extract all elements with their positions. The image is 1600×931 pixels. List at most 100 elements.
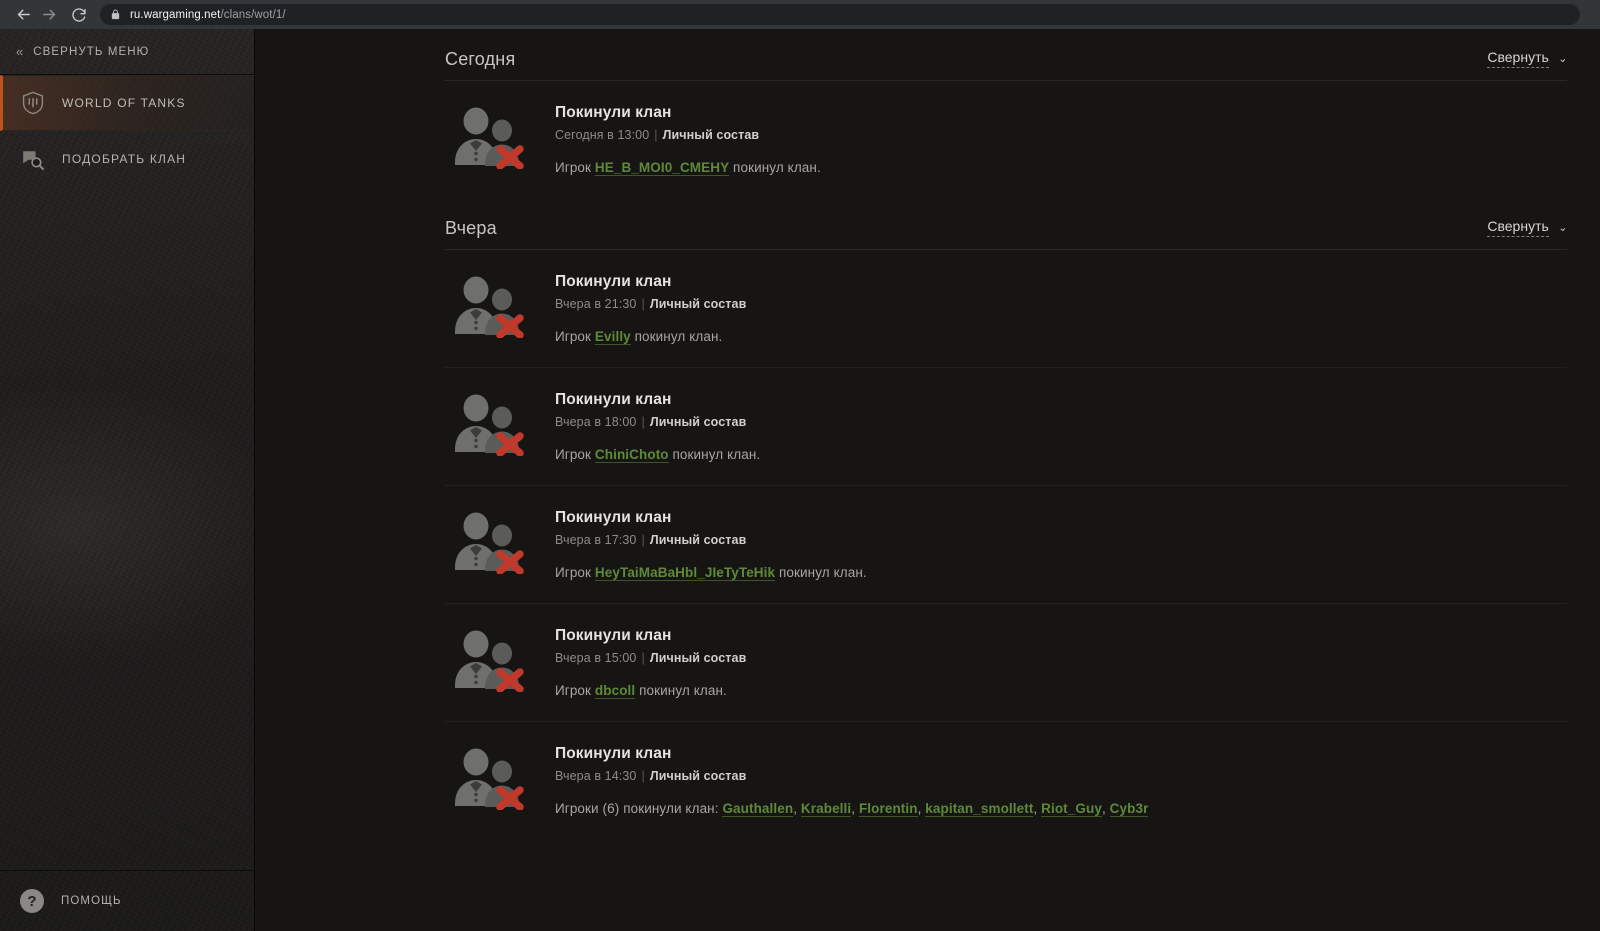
- clan-leave-icon: [445, 626, 555, 698]
- section-events: Покинули клан Вчера в 21:30 | Личный соста…: [445, 250, 1567, 839]
- event-time: Вчера в 21:30: [555, 297, 637, 311]
- feed-section-0: Сегодня Свернуть ⌄ Покинули клан Сегодня…: [445, 29, 1568, 198]
- clan-leave-icon: [445, 744, 555, 816]
- event-time: Вчера в 14:30: [555, 769, 637, 783]
- event-meta-separator: |: [641, 415, 645, 429]
- feed-event: Покинули клан Вчера в 18:00 | Личный соста…: [445, 368, 1567, 486]
- event-meta: Вчера в 17:30 | Личный состав: [555, 533, 1567, 547]
- help-question-icon: ?: [20, 889, 44, 913]
- event-title: Покинули клан: [555, 391, 672, 408]
- event-description: Игрок Evilly покинул клан.: [555, 329, 723, 345]
- activity-feed: Сегодня Свернуть ⌄ Покинули клан Сегодня…: [255, 29, 1600, 839]
- event-time: Вчера в 18:00: [555, 415, 637, 429]
- event-body: Покинули клан Вчера в 17:30 | Личный соста…: [555, 508, 1567, 581]
- feed-event: Покинули клан Вчера в 15:00 | Личный соста…: [445, 604, 1567, 722]
- player-link[interactable]: Riot_Guy: [1041, 801, 1102, 817]
- event-description: Игрок dbcoll покинул клан.: [555, 683, 727, 699]
- feed-event: Покинули клан Вчера в 14:30 | Личный соста…: [445, 722, 1567, 839]
- back-arrow-icon[interactable]: [10, 2, 36, 28]
- player-link[interactable]: ChiniChoto: [594, 447, 669, 463]
- sidebar-help-button[interactable]: ? ПОМОЩЬ: [0, 870, 254, 931]
- event-category[interactable]: Личный состав: [663, 128, 760, 142]
- event-description: Игрок HeyTaiMaBaHbl_JIeTyTeHik покинул к…: [555, 565, 867, 581]
- event-body: Покинули клан Сегодня в 13:00 | Личный сос…: [555, 103, 1567, 176]
- event-meta: Вчера в 18:00 | Личный состав: [555, 415, 1567, 429]
- event-meta-separator: |: [654, 128, 658, 142]
- event-category[interactable]: Личный состав: [650, 297, 747, 311]
- double-chevron-left-icon: «: [16, 44, 24, 59]
- section-title: Сегодня: [445, 49, 516, 69]
- clan-leave-icon: [445, 103, 555, 175]
- feed-event: Покинули клан Сегодня в 13:00 | Личный сос…: [445, 81, 1567, 198]
- event-category[interactable]: Личный состав: [650, 415, 747, 429]
- url-text: ru.wargaming.net/clans/wot/1/: [130, 9, 286, 21]
- feed-event: Покинули клан Вчера в 17:30 | Личный соста…: [445, 486, 1567, 604]
- section-header: Вчера Свернуть ⌄: [445, 198, 1568, 250]
- event-meta-separator: |: [641, 297, 645, 311]
- player-link[interactable]: Gauthallen: [722, 801, 794, 817]
- player-link[interactable]: Florentin: [858, 801, 918, 817]
- event-meta: Вчера в 14:30 | Личный состав: [555, 769, 1567, 783]
- lock-icon: [110, 9, 121, 20]
- event-meta: Сегодня в 13:00 | Личный состав: [555, 128, 1567, 142]
- sidebar-help-label: ПОМОЩЬ: [61, 895, 122, 907]
- player-link[interactable]: HE_B_MOI0_CMEHY: [594, 160, 730, 176]
- feed-section-1: Вчера Свернуть ⌄ Покинули клан Вчера в 2…: [445, 198, 1568, 839]
- sidebar-item-find-clan[interactable]: ПОДОБРАТЬ КЛАН: [0, 131, 254, 187]
- feed-event: Покинули клан Вчера в 21:30 | Личный соста…: [445, 250, 1567, 368]
- event-title: Покинули клан: [555, 509, 672, 526]
- event-description: Игрок ChiniChoto покинул клан.: [555, 447, 761, 463]
- player-link[interactable]: Evilly: [594, 329, 631, 345]
- forward-arrow-icon[interactable]: [36, 2, 62, 28]
- event-time: Сегодня в 13:00: [555, 128, 650, 142]
- section-collapse-label: Свернуть: [1487, 49, 1549, 68]
- wot-shield-icon: [16, 91, 50, 115]
- event-meta: Вчера в 21:30 | Личный состав: [555, 297, 1567, 311]
- section-collapse-label: Свернуть: [1487, 218, 1549, 237]
- player-link[interactable]: kapitan_smollett: [925, 801, 1034, 817]
- sidebar-item-label: ПОДОБРАТЬ КЛАН: [62, 152, 187, 166]
- url-path: /clans/wot/1/: [220, 8, 286, 21]
- player-link[interactable]: Krabelli: [800, 801, 852, 817]
- clan-leave-icon: [445, 508, 555, 580]
- event-body: Покинули клан Вчера в 18:00 | Личный соста…: [555, 390, 1567, 463]
- sidebar: « СВЕРНУТЬ МЕНЮ WORLD OF TANKS ПОДОБРАТЬ…: [0, 29, 255, 931]
- event-meta: Вчера в 15:00 | Личный состав: [555, 651, 1567, 665]
- clan-leave-icon: [445, 390, 555, 462]
- player-link[interactable]: Cyb3r: [1109, 801, 1149, 817]
- address-bar[interactable]: ru.wargaming.net/clans/wot/1/: [100, 4, 1580, 25]
- player-link[interactable]: dbcoll: [594, 683, 636, 699]
- event-body: Покинули клан Вчера в 21:30 | Личный соста…: [555, 272, 1567, 345]
- player-link[interactable]: HeyTaiMaBaHbl_JIeTyTeHik: [594, 565, 776, 581]
- section-header: Сегодня Свернуть ⌄: [445, 29, 1568, 81]
- sidebar-collapse-menu-label: СВЕРНУТЬ МЕНЮ: [33, 45, 150, 58]
- event-category[interactable]: Личный состав: [650, 651, 747, 665]
- event-meta-separator: |: [641, 651, 645, 665]
- sidebar-collapse-menu-button[interactable]: « СВЕРНУТЬ МЕНЮ: [0, 29, 254, 75]
- main-content: Сегодня Свернуть ⌄ Покинули клан Сегодня…: [255, 29, 1600, 931]
- section-title: Вчера: [445, 218, 497, 238]
- section-collapse-button[interactable]: Свернуть ⌄: [1487, 218, 1568, 239]
- page-root: « СВЕРНУТЬ МЕНЮ WORLD OF TANKS ПОДОБРАТЬ…: [0, 29, 1600, 931]
- event-time: Вчера в 17:30: [555, 533, 637, 547]
- browser-chrome: ru.wargaming.net/clans/wot/1/: [0, 0, 1600, 29]
- url-host: ru.wargaming.net: [130, 8, 221, 21]
- event-title: Покинули клан: [555, 745, 672, 762]
- section-collapse-button[interactable]: Свернуть ⌄: [1487, 49, 1568, 70]
- event-body: Покинули клан Вчера в 15:00 | Личный соста…: [555, 626, 1567, 699]
- chevron-down-icon: ⌄: [1557, 221, 1568, 235]
- event-title: Покинули клан: [555, 273, 672, 290]
- reload-icon[interactable]: [66, 2, 92, 28]
- event-category[interactable]: Личный состав: [650, 769, 747, 783]
- event-title: Покинули клан: [555, 627, 672, 644]
- event-title: Покинули клан: [555, 104, 672, 121]
- event-time: Вчера в 15:00: [555, 651, 637, 665]
- sidebar-item-label: WORLD OF TANKS: [62, 96, 186, 110]
- event-meta-separator: |: [641, 533, 645, 547]
- sidebar-item-world-of-tanks[interactable]: WORLD OF TANKS: [0, 75, 254, 131]
- event-meta-separator: |: [641, 769, 645, 783]
- event-description: Игроки (6) покинули клан: Gauthallen, Kr…: [555, 801, 1149, 817]
- clan-leave-icon: [445, 272, 555, 344]
- event-description: Игрок HE_B_MOI0_CMEHY покинул клан.: [555, 160, 821, 176]
- event-category[interactable]: Личный состав: [650, 533, 747, 547]
